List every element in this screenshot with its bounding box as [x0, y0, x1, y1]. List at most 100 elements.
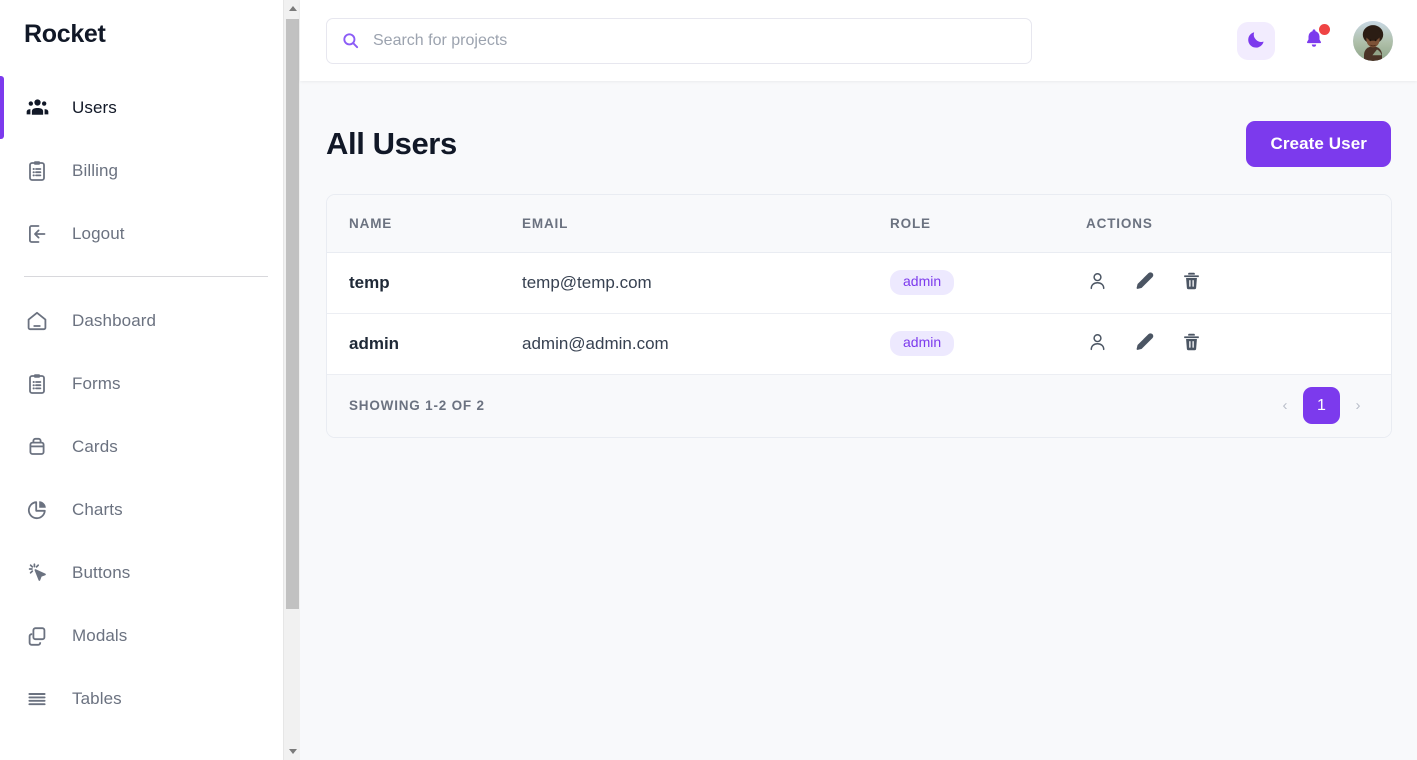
table-rows-icon — [24, 686, 50, 712]
delete-user-button[interactable] — [1180, 271, 1202, 295]
showing-label: SHOWING 1-2 OF 2 — [349, 398, 485, 414]
scrollbar-thumb[interactable] — [286, 19, 299, 609]
search-input[interactable] — [373, 31, 1017, 50]
notifications-button[interactable] — [1299, 23, 1330, 58]
table-head: NAME EMAIL ROLE ACTIONS — [327, 195, 1391, 253]
cell-email: temp@temp.com — [522, 272, 652, 292]
search-icon — [341, 31, 360, 50]
column-header-name: NAME — [327, 195, 522, 253]
row-actions — [1086, 332, 1391, 356]
sidebar-item-label: Modals — [72, 625, 128, 645]
table-footer-cell: SHOWING 1-2 OF 2 ‹ 1 › — [327, 374, 1391, 437]
table-footer-row: SHOWING 1-2 OF 2 ‹ 1 › — [327, 374, 1391, 437]
person-icon — [1087, 331, 1108, 356]
pencil-icon — [1134, 270, 1155, 295]
column-header-email: EMAIL — [522, 195, 890, 253]
cell-actions — [1086, 252, 1391, 313]
main-area: All Users Create User NAME EMAIL ROLE AC… — [300, 0, 1417, 760]
person-icon — [1087, 270, 1108, 295]
page-header: All Users Create User — [326, 121, 1392, 167]
pie-chart-icon — [24, 497, 50, 523]
row-actions — [1086, 271, 1391, 295]
table-header-row: NAME EMAIL ROLE ACTIONS — [327, 195, 1391, 253]
app-root: Rocket Users Billing Logout Dashboard Fo… — [0, 0, 1417, 760]
cell-role: admin — [890, 313, 1086, 374]
sidebar-item-label: Buttons — [72, 562, 131, 582]
clipboard-list-icon — [24, 371, 50, 397]
edit-user-button[interactable] — [1133, 332, 1155, 356]
table-row: temp temp@temp.com admin — [327, 252, 1391, 313]
sidebar-item-tables[interactable]: Tables — [0, 667, 300, 730]
search-bar[interactable] — [326, 17, 1032, 64]
table-body: temp temp@temp.com admin admin admin@adm… — [327, 252, 1391, 374]
pagination-bar: SHOWING 1-2 OF 2 ‹ 1 › — [327, 387, 1391, 425]
scrollbar-down-button[interactable] — [284, 743, 300, 760]
avatar[interactable] — [1353, 20, 1393, 61]
clipboard-icon — [24, 158, 50, 184]
users-table-card: NAME EMAIL ROLE ACTIONS temp temp@temp.c… — [326, 194, 1392, 438]
cell-email: admin@admin.com — [522, 333, 669, 353]
topbar — [300, 0, 1417, 81]
pencil-icon — [1134, 331, 1155, 356]
next-page-button[interactable]: › — [1347, 391, 1369, 421]
cell-name: admin — [349, 333, 400, 353]
logout-icon — [24, 221, 50, 247]
chevron-down-icon — [288, 749, 297, 754]
sidebar-item-modals[interactable]: Modals — [0, 604, 300, 667]
sidebar-divider — [24, 276, 268, 277]
role-badge: admin — [890, 270, 955, 295]
create-user-button[interactable]: Create User — [1246, 121, 1391, 167]
sidebar-item-logout[interactable]: Logout — [0, 202, 300, 265]
sidebar-item-label: Tables — [72, 688, 122, 708]
home-icon — [24, 308, 50, 334]
table-row: admin admin@admin.com admin — [327, 313, 1391, 374]
scrollbar-up-button[interactable] — [284, 0, 300, 17]
delete-user-button[interactable] — [1180, 332, 1202, 356]
sidebar: Rocket Users Billing Logout Dashboard Fo… — [0, 0, 300, 760]
page-title: All Users — [326, 126, 457, 161]
box-icon — [24, 434, 50, 460]
theme-toggle-button[interactable] — [1237, 21, 1275, 60]
trash-icon — [1181, 270, 1202, 295]
sidebar-item-label: Logout — [72, 223, 125, 243]
topbar-actions — [1237, 20, 1393, 61]
table-foot: SHOWING 1-2 OF 2 ‹ 1 › — [327, 374, 1391, 437]
trash-icon — [1181, 331, 1202, 356]
sidebar-item-label: Users — [72, 97, 117, 117]
sidebar-item-charts[interactable]: Charts — [0, 478, 300, 541]
page-content: All Users Create User NAME EMAIL ROLE AC… — [300, 81, 1417, 438]
sidebar-scrollbar[interactable] — [283, 0, 300, 760]
sidebar-item-label: Dashboard — [72, 310, 157, 330]
cursor-click-icon — [24, 560, 50, 586]
column-header-role: ROLE — [890, 195, 1086, 253]
users-icon — [24, 95, 50, 121]
chevron-up-icon — [288, 6, 297, 11]
sidebar-item-buttons[interactable]: Buttons — [0, 541, 300, 604]
sidebar-item-label: Forms — [72, 373, 121, 393]
cell-name: temp — [349, 272, 390, 292]
sidebar-item-users[interactable]: Users — [0, 76, 300, 139]
cell-role: admin — [890, 252, 1086, 313]
view-user-button[interactable] — [1086, 332, 1108, 356]
role-badge: admin — [890, 331, 955, 356]
sidebar-item-label: Charts — [72, 499, 123, 519]
sidebar-primary-nav: Users Billing Logout Dashboard Forms Car… — [0, 76, 300, 730]
pagination-controls: ‹ 1 › — [1274, 387, 1369, 425]
notification-badge-dot — [1319, 23, 1330, 35]
app-brand: Rocket — [24, 20, 106, 48]
view-user-button[interactable] — [1086, 271, 1108, 295]
copy-icon — [24, 623, 50, 649]
sidebar-item-forms[interactable]: Forms — [0, 352, 300, 415]
sidebar-item-billing[interactable]: Billing — [0, 139, 300, 202]
edit-user-button[interactable] — [1133, 271, 1155, 295]
page-1-button[interactable]: 1 — [1303, 387, 1340, 425]
moon-icon — [1246, 29, 1267, 53]
cell-actions — [1086, 313, 1391, 374]
column-header-actions: ACTIONS — [1086, 195, 1391, 253]
sidebar-item-dashboard[interactable]: Dashboard — [0, 289, 300, 352]
sidebar-item-label: Cards — [72, 436, 118, 456]
sidebar-item-cards[interactable]: Cards — [0, 415, 300, 478]
users-table: NAME EMAIL ROLE ACTIONS temp temp@temp.c… — [327, 195, 1391, 437]
prev-page-button[interactable]: ‹ — [1274, 391, 1296, 421]
sidebar-item-label: Billing — [72, 160, 119, 180]
